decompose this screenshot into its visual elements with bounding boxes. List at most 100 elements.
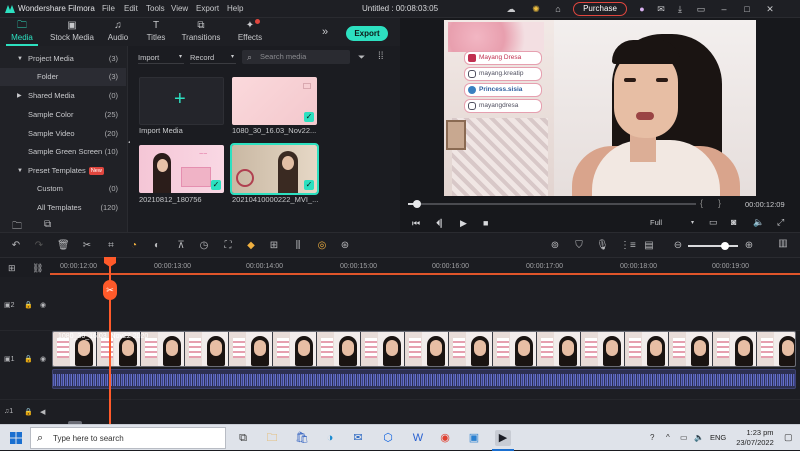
- previous-frame-icon[interactable]: ⏮: [412, 218, 420, 229]
- quality-dropdown[interactable]: Full ▾: [650, 217, 694, 229]
- audio-ducking-icon[interactable]: ⋮≡: [620, 240, 636, 252]
- maximize-icon[interactable]: □: [741, 3, 753, 15]
- menu-help[interactable]: Help: [227, 4, 243, 13]
- fit-icon[interactable]: ⛶: [222, 240, 234, 252]
- subtitle-icon[interactable]: ▤: [643, 240, 655, 252]
- tab-effects[interactable]: ✦ Effects: [228, 19, 272, 44]
- undo-icon[interactable]: ↶: [10, 240, 22, 252]
- sidebar-item-project-media[interactable]: ▼ Project Media (3): [0, 50, 126, 68]
- playback-progress-handle[interactable]: [412, 200, 421, 208]
- keyframe-icon[interactable]: ◆: [245, 240, 257, 252]
- eye-icon[interactable]: ◉: [40, 301, 46, 309]
- volume-tray-icon[interactable]: 🔈: [694, 433, 704, 442]
- crop-icon[interactable]: ⌗: [105, 240, 117, 252]
- color-icon[interactable]: ◐: [151, 240, 163, 252]
- tab-audio[interactable]: ♫ Audio: [98, 20, 138, 44]
- media-item-product-clip[interactable]: ~~ ✓: [139, 145, 224, 193]
- filmora-taskbar-icon[interactable]: ▶: [495, 430, 511, 446]
- cloud-icon[interactable]: ☁: [505, 3, 517, 15]
- mark-out-icon[interactable]: }: [718, 198, 721, 208]
- tab-transitions[interactable]: ⧉ Transitions: [178, 20, 224, 44]
- mark-in-icon[interactable]: {: [700, 198, 703, 208]
- purchase-button[interactable]: Purchase: [573, 2, 627, 16]
- filter-icon[interactable]: ⏷: [358, 52, 365, 63]
- notification-icon[interactable]: ⌂: [552, 3, 564, 15]
- sidebar-item-folder[interactable]: Folder (3): [0, 68, 126, 86]
- help-icon[interactable]: ?: [650, 433, 654, 442]
- voiceover-icon[interactable]: 🎙: [596, 240, 609, 252]
- sidebar-item-sample-green-screen[interactable]: Sample Green Screen (10): [0, 143, 126, 161]
- sidebar-item-custom[interactable]: Custom (0): [0, 180, 126, 198]
- notifications-icon[interactable]: ▢: [784, 432, 793, 443]
- work-area-bar[interactable]: [50, 273, 800, 275]
- eye-icon[interactable]: ◉: [40, 355, 46, 363]
- network-icon[interactable]: ▭: [680, 433, 688, 442]
- mail-icon[interactable]: ✉: [350, 430, 366, 446]
- export-button[interactable]: Export: [346, 26, 388, 41]
- windows-start-icon[interactable]: [10, 432, 22, 444]
- menu-view[interactable]: View: [171, 4, 188, 13]
- record-dropdown[interactable]: Record ▾: [190, 51, 236, 64]
- lock-icon[interactable]: 🔒: [24, 301, 33, 309]
- play-icon[interactable]: ▶: [460, 218, 467, 229]
- cut-icon[interactable]: ✂: [81, 240, 93, 252]
- speaker-icon[interactable]: ◀: [40, 408, 45, 416]
- minimize-icon[interactable]: –: [718, 3, 730, 15]
- fullscreen-toggle-icon[interactable]: ▭: [695, 3, 707, 15]
- dropbox-icon[interactable]: ⬡: [380, 430, 396, 446]
- task-view-icon[interactable]: ⧉: [235, 430, 251, 446]
- tab-stock-media[interactable]: ▣ Stock Media: [46, 20, 98, 44]
- clock-date[interactable]: 23/07/2022: [732, 438, 778, 447]
- audio-mixer-icon[interactable]: ⫼: [292, 240, 304, 252]
- import-media-tile[interactable]: +: [139, 77, 224, 125]
- word-icon[interactable]: W: [410, 430, 426, 446]
- clock-time[interactable]: 1:23 pm: [742, 428, 778, 437]
- link-folder-icon[interactable]: ⧉: [44, 219, 51, 230]
- zoom-in-icon[interactable]: ⊕: [743, 240, 755, 252]
- sidebar-item-sample-video[interactable]: Sample Video (20): [0, 125, 126, 143]
- video-preview[interactable]: Mayang Dresa mayang.kreatip Princess.sis…: [444, 20, 756, 196]
- close-icon[interactable]: ✕: [764, 3, 776, 15]
- menu-export[interactable]: Export: [196, 4, 219, 13]
- zoom-slider-handle[interactable]: [721, 242, 729, 250]
- add-track-icon[interactable]: ⊞: [8, 263, 16, 274]
- import-dropdown[interactable]: Import ▾: [138, 51, 184, 64]
- feedback-icon[interactable]: ✉: [655, 3, 667, 15]
- video-clip[interactable]: [52, 331, 796, 367]
- duration-icon[interactable]: ◷: [198, 240, 210, 252]
- marker-icon[interactable]: ⛉: [573, 240, 585, 252]
- menu-file[interactable]: File: [102, 4, 115, 13]
- auto-reframe-icon[interactable]: ◎: [316, 240, 328, 252]
- chrome-icon[interactable]: ◉: [437, 430, 453, 446]
- more-tabs-icon[interactable]: »: [322, 26, 328, 38]
- account-icon[interactable]: ●: [636, 3, 648, 15]
- audio-waveform[interactable]: [52, 369, 796, 389]
- step-back-icon[interactable]: ⏴▏: [436, 218, 450, 229]
- lock-icon[interactable]: 🔒: [24, 408, 33, 416]
- lightbulb-icon[interactable]: ✺: [530, 3, 542, 15]
- store-icon[interactable]: 🛍: [294, 430, 310, 446]
- stop-icon[interactable]: ■: [483, 218, 488, 228]
- zoom-slider[interactable]: [688, 242, 738, 250]
- sidebar-item-sample-color[interactable]: Sample Color (25): [0, 106, 126, 124]
- media-item-bike-clip[interactable]: ✓: [230, 143, 319, 195]
- adjust-icon[interactable]: ⊞: [268, 240, 280, 252]
- media-item-pink-clip[interactable]: ✓: [232, 77, 317, 125]
- tab-titles[interactable]: T Titles: [136, 20, 176, 44]
- fullscreen-icon[interactable]: ⤢: [777, 217, 784, 228]
- detach-icon[interactable]: ⊛: [339, 240, 351, 252]
- green-screen-icon[interactable]: ⊼: [175, 240, 187, 252]
- language-indicator[interactable]: ENG: [710, 433, 726, 442]
- render-icon[interactable]: ⊚: [549, 240, 561, 252]
- photos-icon[interactable]: ▣: [466, 430, 482, 446]
- redo-icon[interactable]: ↷: [33, 240, 45, 252]
- sidebar-item-shared-media[interactable]: ▶ Shared Media (0): [0, 87, 126, 105]
- timeline-settings-icon[interactable]: ▥: [777, 238, 789, 250]
- sidebar-item-preset-templates[interactable]: ▼ Preset Templates New: [0, 162, 126, 180]
- delete-icon[interactable]: 🗑: [57, 240, 70, 252]
- zoom-out-icon[interactable]: ⊖: [672, 240, 684, 252]
- grid-view-icon[interactable]: ⁞⁞: [378, 51, 384, 62]
- link-icon[interactable]: ⛓: [32, 263, 43, 274]
- menu-tools[interactable]: Tools: [146, 4, 165, 13]
- tab-media[interactable]: 🗀 Media: [0, 20, 44, 46]
